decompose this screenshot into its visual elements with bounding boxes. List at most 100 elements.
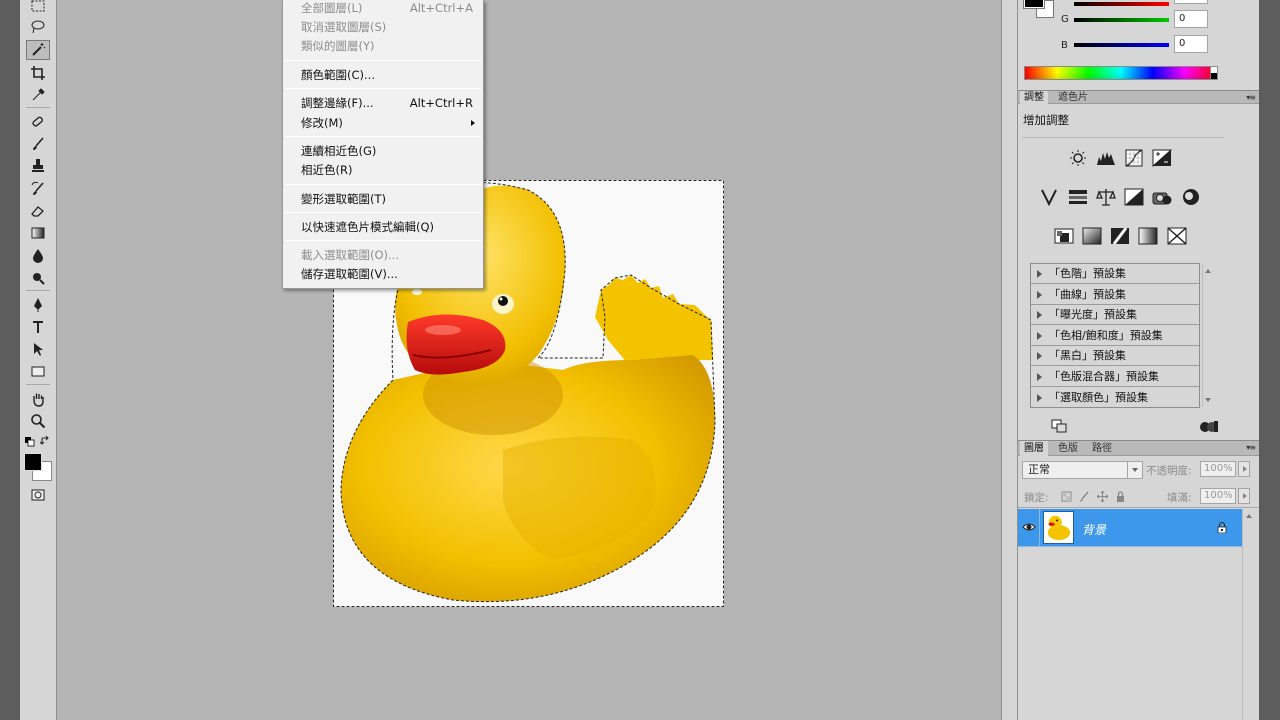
layers-scrollbar[interactable]	[1242, 509, 1256, 720]
presets-scrollbar[interactable]	[1202, 264, 1214, 407]
panel-dock-gutter	[1001, 0, 1018, 720]
clone-stamp-tool-icon[interactable]	[26, 156, 50, 176]
tab-adjustments[interactable]: 調整	[1020, 91, 1048, 104]
history-brush-tool-icon[interactable]	[26, 179, 50, 199]
select-menu: 全部圖層(L) Alt+Ctrl+A 取消選取圖層(S) 類似的圖層(Y) 顏色範…	[282, 0, 484, 289]
lock-transparent-icon[interactable]	[1060, 490, 1072, 502]
eyedropper-tool-icon[interactable]	[26, 85, 50, 105]
layer-name[interactable]: 背景	[1082, 521, 1106, 538]
clip-to-layer-icon[interactable]	[1051, 419, 1067, 433]
curves-icon[interactable]	[1123, 148, 1145, 168]
threshold-icon[interactable]	[1109, 226, 1131, 246]
layer-lock-icon	[1217, 522, 1227, 533]
posterize-icon[interactable]	[1081, 226, 1103, 246]
blur-tool-icon[interactable]	[26, 246, 50, 266]
eye-visibility-icon[interactable]	[1022, 521, 1036, 533]
zoom-tool-icon[interactable]	[26, 411, 50, 431]
invert-icon[interactable]	[1053, 226, 1075, 246]
menu-item-deselect-layers[interactable]: 取消選取圖層(S)	[301, 18, 473, 36]
pen-tool-icon[interactable]	[26, 295, 50, 315]
opacity-arrow[interactable]	[1238, 461, 1250, 477]
quick-mask-icon[interactable]	[26, 485, 50, 505]
brightness-contrast-icon[interactable]	[1067, 148, 1089, 168]
layer-row-background[interactable]: 背景	[1018, 509, 1242, 547]
brush-tool-icon[interactable]	[26, 134, 50, 154]
magic-wand-tool-icon[interactable]	[26, 40, 50, 60]
preset-hue-saturation[interactable]: 「色相/飽和度」預設集	[1031, 326, 1199, 346]
menu-item-refine-edge[interactable]: 調整邊緣(F)... Alt+Ctrl+R	[301, 94, 473, 112]
shape-tool-icon[interactable]	[26, 362, 50, 382]
menu-item-load-selection[interactable]: 載入選取範圍(O)...	[301, 246, 473, 264]
photo-filter-icon[interactable]	[1151, 187, 1173, 207]
preset-exposure[interactable]: 「曝光度」預設集	[1031, 305, 1199, 325]
menu-item-transform-selection[interactable]: 變形選取範圍(T)	[301, 190, 473, 208]
swap-colors-icon[interactable]	[39, 435, 50, 446]
b-slider[interactable]	[1074, 43, 1169, 47]
vibrance-icon[interactable]	[1038, 187, 1060, 207]
visibility-adjust-icon[interactable]	[1199, 419, 1219, 433]
tab-layers[interactable]: 圖層	[1020, 441, 1048, 456]
menu-item-color-range[interactable]: 顏色範圍(C)...	[301, 66, 473, 84]
g-slider[interactable]	[1074, 18, 1169, 22]
adjustments-tabbar: 調整 遮色片 ▾≡	[1018, 90, 1259, 104]
layer-thumbnail	[1043, 511, 1074, 544]
menu-item-grow[interactable]: 連續相近色(G)	[301, 142, 473, 160]
foreground-color-swatch[interactable]	[24, 453, 42, 471]
tab-channels[interactable]: 色版	[1054, 441, 1082, 456]
lock-image-icon[interactable]	[1078, 490, 1090, 502]
lock-all-icon[interactable]	[1114, 490, 1126, 502]
submenu-arrow-icon	[471, 120, 475, 126]
layers-panel-menu-icon[interactable]: ▾≡	[1246, 443, 1256, 452]
default-colors-icon[interactable]	[25, 437, 35, 447]
tab-paths[interactable]: 路徑	[1088, 441, 1116, 456]
color-spectrum-bar[interactable]	[1024, 66, 1218, 80]
dodge-tool-icon[interactable]	[26, 268, 50, 288]
tab-masks[interactable]: 遮色片	[1054, 91, 1092, 104]
fill-field[interactable]: 100%	[1200, 488, 1236, 504]
exposure-icon[interactable]	[1151, 148, 1173, 168]
levels-icon[interactable]	[1095, 148, 1117, 168]
preset-selective-color[interactable]: 「選取顏色」預設集	[1031, 388, 1199, 408]
left-edge-strip	[0, 0, 20, 720]
r-slider[interactable]	[1074, 2, 1169, 6]
b-value-field[interactable]: 0	[1174, 35, 1208, 53]
color-panel-foreground-swatch[interactable]	[1023, 0, 1045, 9]
hand-tool-icon[interactable]	[26, 389, 50, 409]
selective-color-icon[interactable]	[1166, 226, 1188, 246]
fill-label: 填滿:	[1167, 492, 1192, 504]
healing-brush-tool-icon[interactable]	[26, 112, 50, 132]
adjustment-presets-list: 「色階」預設集 「曲線」預設集 「曝光度」預設集 「色相/飽和度」預設集 「黑白…	[1030, 263, 1200, 408]
eraser-tool-icon[interactable]	[26, 201, 50, 221]
type-tool-icon[interactable]	[26, 317, 50, 337]
menu-item-similar-layers[interactable]: 類似的圖層(Y)	[301, 37, 473, 55]
preset-channel-mixer[interactable]: 「色版混合器」預設集	[1031, 367, 1199, 387]
r-value-field[interactable]	[1174, 0, 1208, 4]
panel-menu-icon[interactable]: ▾≡	[1246, 93, 1256, 102]
crop-tool-icon[interactable]	[26, 63, 50, 83]
preset-levels[interactable]: 「色階」預設集	[1031, 264, 1199, 284]
opacity-field[interactable]: 100%	[1200, 461, 1236, 477]
path-selection-tool-icon[interactable]	[26, 339, 50, 359]
color-balance-icon[interactable]	[1095, 187, 1117, 207]
channel-mixer-icon[interactable]	[1180, 187, 1202, 207]
panels-dock: G 0 B 0 調整 遮色片 ▾≡ 增加調整 「色階」預設集 「曲線」預設集 「…	[1018, 0, 1259, 720]
menu-item-similar[interactable]: 相近色(R)	[301, 161, 473, 179]
gradient-map-icon[interactable]	[1137, 226, 1159, 246]
preset-black-white[interactable]: 「黑白」預設集	[1031, 346, 1199, 366]
blend-mode-select[interactable]: 正常	[1022, 461, 1143, 479]
lock-position-icon[interactable]	[1096, 490, 1108, 502]
black-white-icon[interactable]	[1123, 187, 1145, 207]
gradient-tool-icon[interactable]	[26, 223, 50, 243]
toolbox	[20, 0, 57, 720]
lasso-tool-icon[interactable]	[26, 17, 50, 37]
fill-arrow[interactable]	[1238, 488, 1250, 504]
hue-saturation-icon[interactable]	[1067, 187, 1089, 207]
menu-item-quick-mask[interactable]: 以快速遮色片模式編輯(Q)	[301, 218, 473, 236]
menu-item-save-selection[interactable]: 儲存選取範圍(V)...	[301, 265, 473, 283]
preset-curves[interactable]: 「曲線」預設集	[1031, 285, 1199, 305]
menu-item-modify[interactable]: 修改(M)	[301, 114, 473, 132]
marquee-tool-icon[interactable]	[26, 0, 50, 16]
g-value-field[interactable]: 0	[1174, 10, 1208, 28]
g-label: G	[1061, 14, 1069, 25]
menu-item-all-layers[interactable]: 全部圖層(L) Alt+Ctrl+A	[301, 0, 473, 17]
